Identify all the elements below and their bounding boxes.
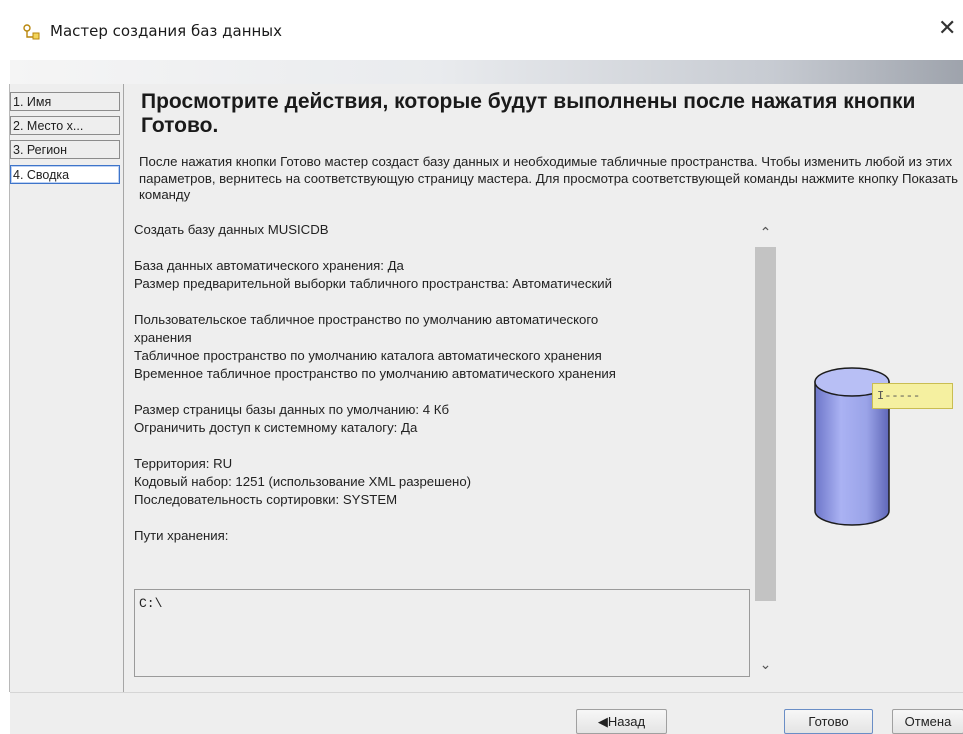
summary-create: Создать базу данных MUSICDB (134, 222, 329, 237)
page-title: Просмотрите действия, которые будут выпо… (141, 90, 916, 137)
summary-restrict: Ограничить доступ к системному каталогу:… (134, 420, 418, 435)
storage-paths-box[interactable]: C:\ (134, 589, 750, 677)
summary-codeset: Кодовый набор: 1251 (использование XML р… (134, 474, 472, 489)
sidebar-item-name[interactable]: 1. Имя (10, 92, 120, 111)
summary-collation: Последовательность сортировки: SYSTEM (134, 492, 398, 507)
summary-text: Создать базу данных MUSICDB База данных … (134, 221, 754, 591)
summary-auto-storage: База данных автоматического хранения: Да (134, 258, 404, 273)
summary-user-ts: Пользовательское табличное пространство … (134, 312, 599, 327)
summary-scrollbar[interactable]: ⌃ ⌄ (754, 223, 777, 675)
db-wizard-icon (22, 24, 40, 44)
summary-temp-ts: Временное табличное пространство по умол… (134, 366, 616, 381)
steps-sidebar: 1. Имя 2. Место х... 3. Регион 4. Сводка (10, 84, 124, 692)
scroll-down-arrow-icon[interactable]: ⌄ (754, 655, 777, 675)
close-button[interactable]: ✕ (938, 18, 956, 40)
cancel-button[interactable]: Отмена (892, 709, 963, 734)
page-description: После нажатия кнопки Готово мастер созда… (139, 154, 959, 202)
window-title: Мастер создания баз данных (50, 22, 283, 40)
summary-territory: Территория: RU (134, 456, 233, 471)
summary-page-size: Размер страницы базы данных по умолчанию… (134, 402, 449, 417)
finish-button[interactable]: Готово (784, 709, 873, 734)
summary-prefetch: Размер предварительной выборки табличног… (134, 276, 612, 291)
header-banner (10, 60, 963, 84)
storage-paths-label: Пути хранения: (134, 528, 229, 543)
scroll-up-arrow-icon[interactable]: ⌃ (754, 223, 777, 243)
summary-user-ts-cont: хранения (134, 330, 192, 345)
sidebar-item-summary[interactable]: 4. Сводка (10, 165, 120, 184)
scroll-thumb[interactable] (755, 247, 776, 601)
sidebar-item-storage[interactable]: 2. Место х... (10, 116, 120, 135)
sidebar-item-region[interactable]: 3. Регион (10, 140, 120, 159)
cursor-tooltip: I----- (872, 383, 953, 409)
title-bar: Мастер создания баз данных ✕ (0, 0, 963, 60)
back-button[interactable]: ◀Назад (576, 709, 667, 734)
button-bar: ◀Назад Готово Отмена (10, 692, 963, 734)
summary-catalog-ts: Табличное пространство по умолчанию ката… (134, 348, 602, 363)
